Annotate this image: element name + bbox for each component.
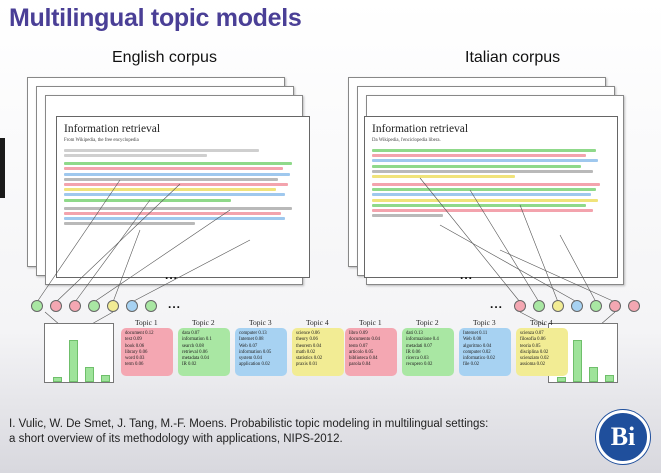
english-topic-label: Topic 3 bbox=[249, 318, 272, 327]
english-topic-label: Topic 1 bbox=[135, 318, 158, 327]
english-topic-box: computer 0.13 Internet 0.08 Web 0.07 inform… bbox=[235, 328, 287, 376]
english-word-circle bbox=[69, 300, 81, 312]
topic-word: praxis 0.01 bbox=[296, 362, 318, 368]
english-word-circle bbox=[50, 300, 62, 312]
histogram-bar bbox=[573, 340, 582, 382]
italian-topic-label: Topic 4 bbox=[530, 318, 553, 327]
histogram-bar bbox=[557, 377, 566, 382]
italian-word-circle bbox=[628, 300, 640, 312]
histogram-bar bbox=[53, 377, 62, 382]
english-word-circle bbox=[107, 300, 119, 312]
topic-word: IR 0.02 bbox=[182, 362, 197, 368]
topic-word: recupero 0.02 bbox=[406, 362, 433, 368]
italian-topic-box: scienza 0.07 filosofia 0.06 teoria 0.05 dis… bbox=[516, 328, 568, 376]
italian-topic-box: Internet 0.11 Web 0.08 algoritmo 0.04 compu… bbox=[459, 328, 511, 376]
topic-word: term 0.06 bbox=[125, 362, 144, 368]
italian-topic-box: libro 0.09 documento 0.04 testo 0.07 artico… bbox=[345, 328, 397, 376]
italian-word-circle bbox=[590, 300, 602, 312]
italian-word-circle bbox=[571, 300, 583, 312]
word-topic-links bbox=[36, 177, 616, 326]
slide: Multilingual topic models English corpus… bbox=[0, 0, 661, 473]
citation-line-2: a short overview of its methodology with… bbox=[9, 433, 343, 445]
citation: I. Vulic, W. De Smet, J. Tang, M.-F. Moe… bbox=[9, 417, 554, 447]
english-topic-box: science 0.06 theory 0.06 theorem 0.04 math … bbox=[292, 328, 344, 376]
topic-word: assioma 0.02 bbox=[520, 362, 546, 368]
english-word-circle bbox=[31, 300, 43, 312]
citation-line-1: I. Vulic, W. De Smet, J. Tang, M.-F. Moe… bbox=[9, 418, 489, 430]
italian-topic-label: Topic 3 bbox=[473, 318, 496, 327]
italian-word-circle bbox=[533, 300, 545, 312]
italian-word-circle bbox=[552, 300, 564, 312]
italian-topic-label: Topic 2 bbox=[416, 318, 439, 327]
histogram-bar bbox=[85, 367, 94, 382]
histogram-bar bbox=[589, 367, 598, 382]
italian-word-circle bbox=[609, 300, 621, 312]
italian-circle-ellipsis: ... bbox=[490, 297, 504, 311]
english-topic-label: Topic 4 bbox=[306, 318, 329, 327]
topic-word: application 0.02 bbox=[239, 362, 270, 368]
english-topic-label: Topic 2 bbox=[192, 318, 215, 327]
italian-topic-label: Topic 1 bbox=[359, 318, 382, 327]
english-circle-ellipsis: ... bbox=[168, 297, 182, 311]
english-word-circle bbox=[145, 300, 157, 312]
english-word-circle bbox=[88, 300, 100, 312]
histogram-bar bbox=[69, 340, 78, 382]
italian-topic-box: dati 0.13 informazione 0.4 metadati 0.07 IR… bbox=[402, 328, 454, 376]
english-topic-box: data 0.07 information 0.1 search 0.08 retri… bbox=[178, 328, 230, 376]
english-topic-box: document 0.12 text 0.09 book 0.06 library 0… bbox=[121, 328, 173, 376]
histogram-bar bbox=[101, 375, 110, 382]
english-topic-histogram bbox=[44, 323, 114, 383]
italian-word-circle bbox=[514, 300, 526, 312]
english-word-circle bbox=[126, 300, 138, 312]
histogram-bar bbox=[605, 375, 614, 382]
topic-word: file 0.02 bbox=[463, 362, 479, 368]
topic-word: parola 0.04 bbox=[349, 362, 371, 368]
hse-logo: Вi bbox=[596, 410, 650, 464]
